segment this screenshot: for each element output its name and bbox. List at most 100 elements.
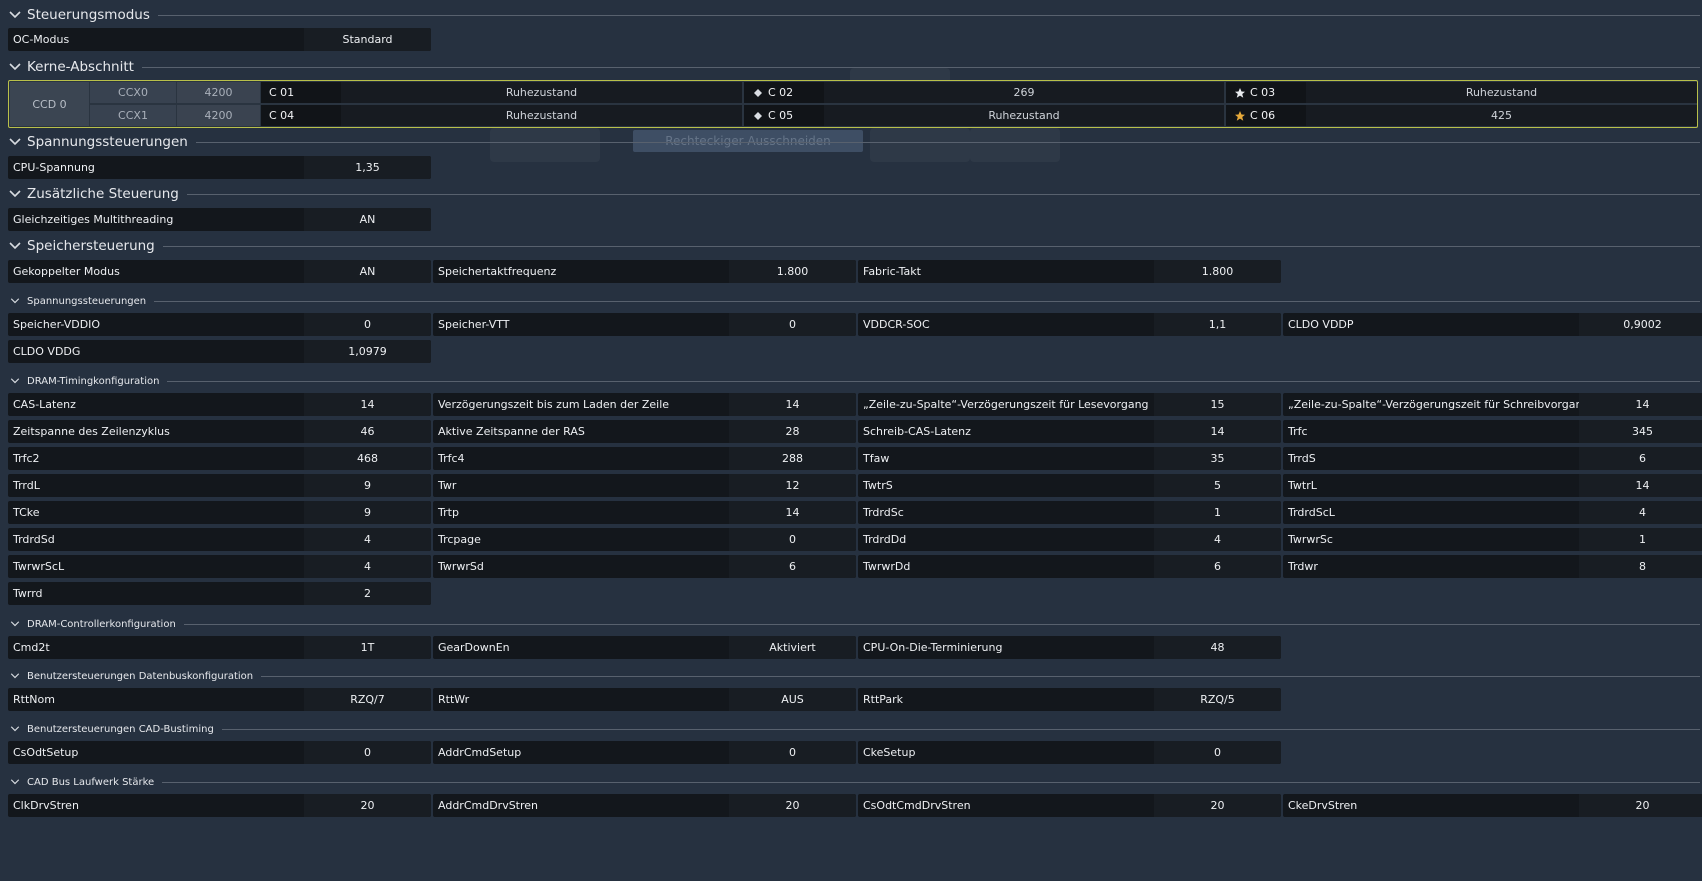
setting-zeile-zu-spalte-verzogerungszeit-fur-lesevorgang[interactable]: „Zeile-zu-Spalte“-Verzögerungszeit für L… (858, 393, 1281, 416)
chevron-down-icon[interactable] (8, 294, 22, 308)
core-c05[interactable]: C 05 Ruhezustand (744, 105, 1224, 126)
setting-value[interactable]: 0,9002 (1579, 313, 1702, 336)
setting-value[interactable]: 28 (729, 420, 856, 443)
section-spannung-mem[interactable]: Spannungssteuerungen (8, 294, 1702, 308)
setting-value[interactable]: 0 (729, 313, 856, 336)
setting-value[interactable]: 6 (1154, 555, 1281, 578)
setting-speichertaktfrequenz[interactable]: Speichertaktfrequenz 1.800 (433, 260, 856, 283)
chevron-down-icon[interactable] (8, 374, 22, 388)
setting-clkdrvstren[interactable]: ClkDrvStren 20 (8, 794, 431, 817)
setting-csodtcmddrvstren[interactable]: CsOdtCmdDrvStren 20 (858, 794, 1281, 817)
chevron-down-icon[interactable] (8, 775, 22, 789)
chevron-down-icon[interactable] (8, 8, 22, 22)
setting-trdrddd[interactable]: TrdrdDd 4 (858, 528, 1281, 551)
setting-value[interactable]: 35 (1154, 447, 1281, 470)
core-c04[interactable]: C 04 Ruhezustand (261, 105, 742, 126)
setting-fabric-takt[interactable]: Fabric-Takt 1.800 (858, 260, 1281, 283)
setting-twrwrdd[interactable]: TwrwrDd 6 (858, 555, 1281, 578)
setting-tfaw[interactable]: Tfaw 35 (858, 447, 1281, 470)
setting-value[interactable]: 0 (1154, 741, 1281, 764)
chevron-down-icon[interactable] (8, 135, 22, 149)
setting-value[interactable]: 468 (304, 447, 431, 470)
setting-value[interactable]: 0 (729, 741, 856, 764)
setting-twtrl[interactable]: TwtrL 14 (1283, 474, 1702, 497)
setting-trcpage[interactable]: Trcpage 0 (433, 528, 856, 551)
setting-value[interactable]: 5 (1154, 474, 1281, 497)
setting-value[interactable]: AN (304, 208, 431, 231)
setting-ckesetup[interactable]: CkeSetup 0 (858, 741, 1281, 764)
section-zusaetzlich[interactable]: Zusätzliche Steuerung (8, 185, 1702, 203)
setting-cldo-vddg[interactable]: CLDO VDDG 1,0979 (8, 340, 431, 363)
setting-addrcmddrvstren[interactable]: AddrCmdDrvStren 20 (433, 794, 856, 817)
section-datenbus[interactable]: Benutzersteuerungen Datenbuskonfiguratio… (8, 669, 1702, 683)
setting-oc-modus[interactable]: OC-Modus Standard (8, 28, 431, 51)
setting-ckedrvstren[interactable]: CkeDrvStren 20 (1283, 794, 1702, 817)
setting-twrwrscl[interactable]: TwrwrScL 4 (8, 555, 431, 578)
setting-value[interactable]: 4 (304, 555, 431, 578)
setting-addrcmdsetup[interactable]: AddrCmdSetup 0 (433, 741, 856, 764)
setting-value[interactable]: 1.800 (729, 260, 856, 283)
core-c01[interactable]: C 01 Ruhezustand (261, 82, 742, 103)
setting-value[interactable]: 48 (1154, 636, 1281, 659)
setting-value[interactable]: 0 (304, 741, 431, 764)
setting-trdwr[interactable]: Trdwr 8 (1283, 555, 1702, 578)
setting-value[interactable]: 8 (1579, 555, 1702, 578)
setting-cas-latenz[interactable]: CAS-Latenz 14 (8, 393, 431, 416)
setting-speicher-vddio[interactable]: Speicher-VDDIO 0 (8, 313, 431, 336)
setting-rttwr[interactable]: RttWr AUS (433, 688, 856, 711)
setting-value[interactable]: Aktiviert (729, 636, 856, 659)
setting-trfc4[interactable]: Trfc4 288 (433, 447, 856, 470)
section-spannung[interactable]: Spannungssteuerungen (8, 133, 1702, 151)
setting-trrds[interactable]: TrrdS 6 (1283, 447, 1702, 470)
setting-value[interactable]: 4 (1154, 528, 1281, 551)
setting-trdrdsd[interactable]: TrdrdSd 4 (8, 528, 431, 551)
setting-value[interactable]: Standard (304, 28, 431, 51)
setting-value[interactable]: 1 (1154, 501, 1281, 524)
setting-vddcr-soc[interactable]: VDDCR-SOC 1,1 (858, 313, 1281, 336)
setting-value[interactable]: 1,0979 (304, 340, 431, 363)
setting-speicher-vtt[interactable]: Speicher-VTT 0 (433, 313, 856, 336)
setting-value[interactable]: 1.800 (1154, 260, 1281, 283)
section-speicher[interactable]: Speichersteuerung (8, 237, 1702, 255)
section-dram-controller[interactable]: DRAM-Controllerkonfiguration (8, 617, 1702, 631)
setting-value[interactable]: 12 (729, 474, 856, 497)
setting-gleichzeitiges-multithreading[interactable]: Gleichzeitiges Multithreading AN (8, 208, 431, 231)
setting-rttpark[interactable]: RttPark RZQ/5 (858, 688, 1281, 711)
setting-tcke[interactable]: TCke 9 (8, 501, 431, 524)
setting-value[interactable]: 345 (1579, 420, 1702, 443)
setting-value[interactable]: AN (304, 260, 431, 283)
setting-value[interactable]: 1T (304, 636, 431, 659)
core-c03[interactable]: C 03 Ruhezustand (1226, 82, 1697, 103)
setting-trfc[interactable]: Trfc 345 (1283, 420, 1702, 443)
setting-twrwrsc[interactable]: TwrwrSc 1 (1283, 528, 1702, 551)
setting-value[interactable]: 2 (304, 582, 431, 605)
setting-value[interactable]: 20 (1154, 794, 1281, 817)
setting-value[interactable]: 0 (304, 313, 431, 336)
setting-value[interactable]: 6 (729, 555, 856, 578)
setting-trdrdscl[interactable]: TrdrdScL 4 (1283, 501, 1702, 524)
setting-twrwrsd[interactable]: TwrwrSd 6 (433, 555, 856, 578)
setting-gekoppelter-modus[interactable]: Gekoppelter Modus AN (8, 260, 431, 283)
setting-cmd2t[interactable]: Cmd2t 1T (8, 636, 431, 659)
setting-twr[interactable]: Twr 12 (433, 474, 856, 497)
setting-value[interactable]: AUS (729, 688, 856, 711)
setting-geardownen[interactable]: GearDownEn Aktiviert (433, 636, 856, 659)
chevron-down-icon[interactable] (8, 60, 22, 74)
setting-trfc2[interactable]: Trfc2 468 (8, 447, 431, 470)
setting-value[interactable]: 20 (1579, 794, 1702, 817)
setting-value[interactable]: 1 (1579, 528, 1702, 551)
core-c06[interactable]: C 06 425 (1226, 105, 1697, 126)
setting-cldo-vddp[interactable]: CLDO VDDP 0,9002 (1283, 313, 1702, 336)
setting-value[interactable]: 20 (729, 794, 856, 817)
chevron-down-icon[interactable] (8, 722, 22, 736)
section-cad-drive[interactable]: CAD Bus Laufwerk Stärke (8, 775, 1702, 789)
setting-value[interactable]: 0 (729, 528, 856, 551)
setting-zeitspanne-des-zeilenzyklus[interactable]: Zeitspanne des Zeilenzyklus 46 (8, 420, 431, 443)
section-cad-bustiming[interactable]: Benutzersteuerungen CAD-Bustiming (8, 722, 1702, 736)
setting-trtp[interactable]: Trtp 14 (433, 501, 856, 524)
setting-value[interactable]: 15 (1154, 393, 1281, 416)
setting-value[interactable]: 6 (1579, 447, 1702, 470)
chevron-down-icon[interactable] (8, 187, 22, 201)
setting-trdrdsc[interactable]: TrdrdSc 1 (858, 501, 1281, 524)
chevron-down-icon[interactable] (8, 669, 22, 683)
